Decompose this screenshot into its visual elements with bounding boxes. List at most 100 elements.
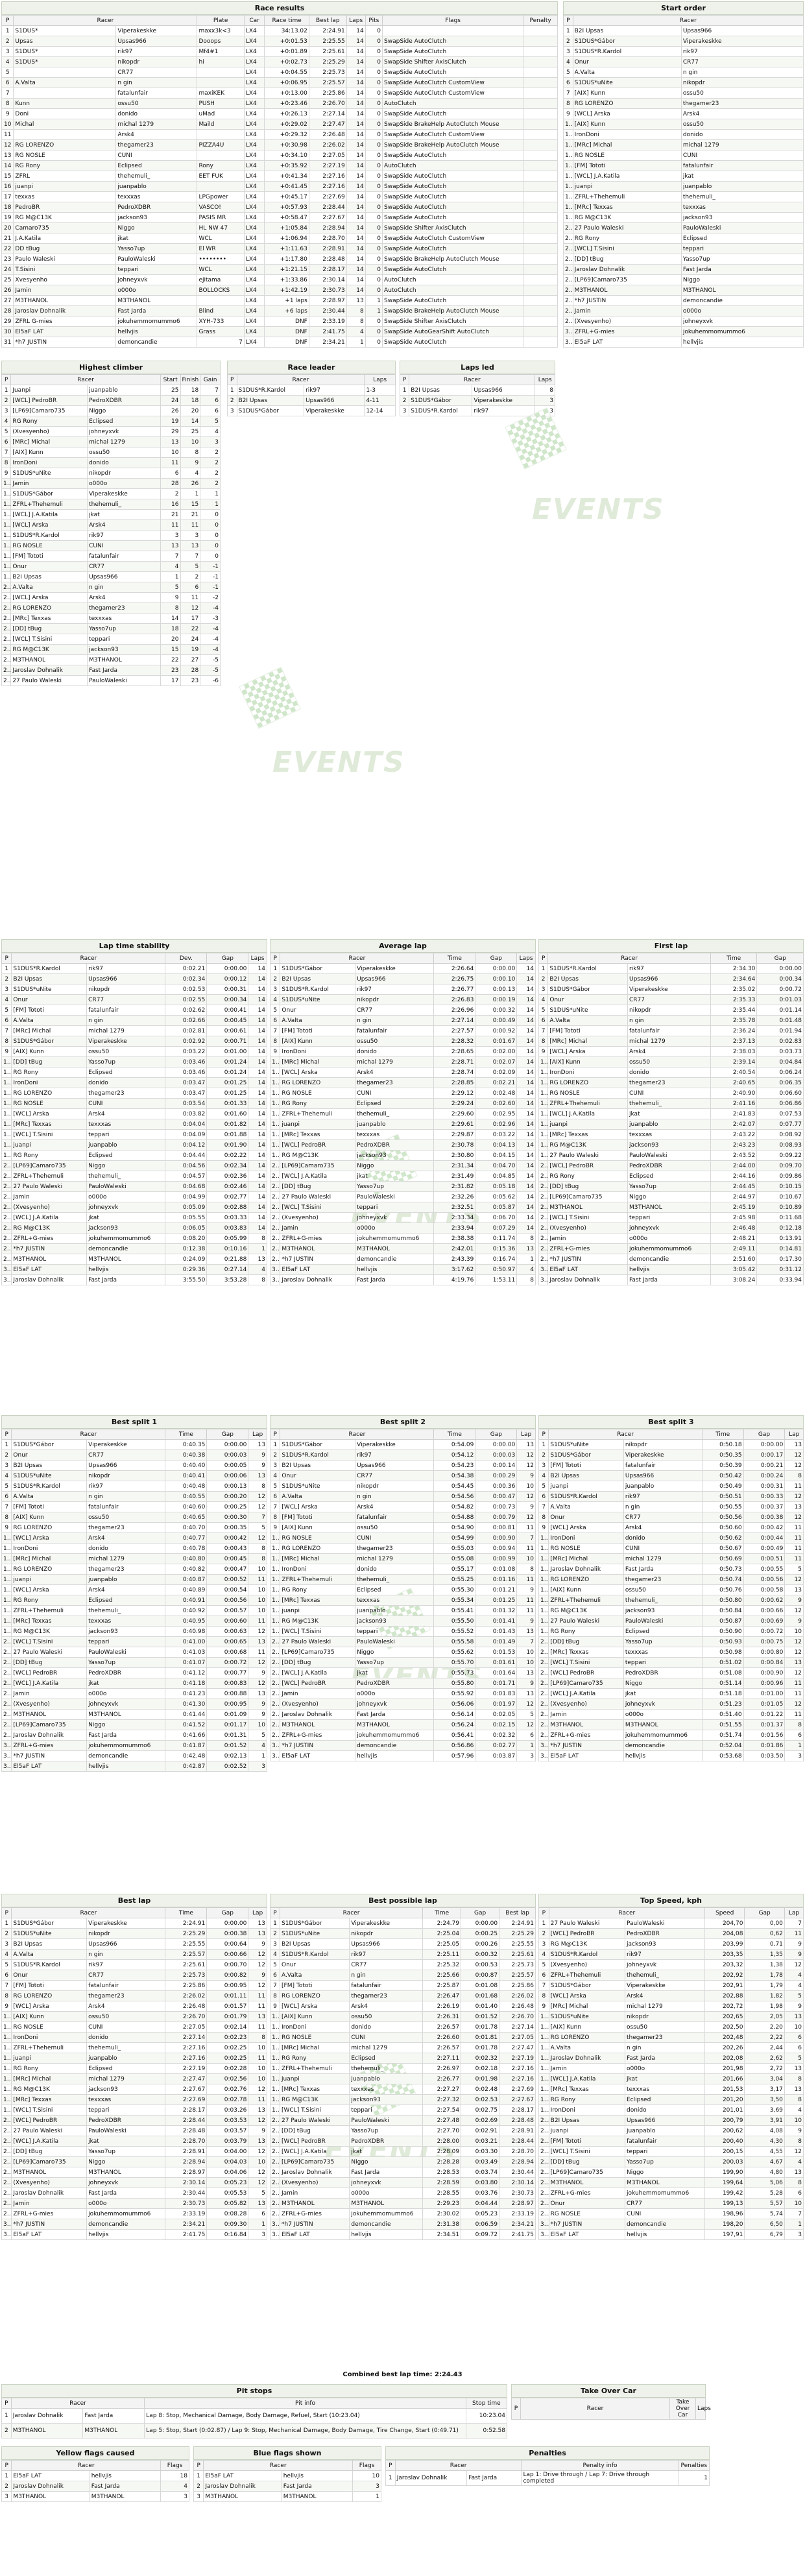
table-cell: [MRc] Texxas <box>572 202 682 213</box>
table-cell: donido <box>86 1077 166 1088</box>
table-cell: 0:42.87 <box>165 1761 208 1772</box>
table-cell: 0:02.48 <box>461 2084 500 2095</box>
table-cell: 0:00.94 <box>475 1543 518 1554</box>
table-cell: A.Valta <box>280 1970 350 1981</box>
position-cell: 9 <box>269 1046 281 1057</box>
table-cell: fatalunfair <box>680 160 804 171</box>
table-cell: 6 <box>200 395 221 406</box>
table-cell: 202,65 <box>704 2011 745 2022</box>
table-cell: 2:29.23 <box>422 2198 462 2209</box>
column-header: P <box>269 1907 281 1918</box>
table-cell: 0:04.13 <box>475 1139 518 1151</box>
table-cell: Viperakeskke <box>472 395 536 406</box>
position-cell: 10 <box>1 478 12 489</box>
table-row: 29 ZFRL+G-mies jokuhemmomummo6 0:51.74 0:01.… <box>538 1730 804 1741</box>
table-cell: 2:25.61 <box>165 1959 208 1970</box>
table-cell: 15 <box>160 644 181 655</box>
table-cell: 10 <box>248 1719 267 1730</box>
column-header: P <box>1 374 12 385</box>
table-cell: IronDoni <box>548 2105 626 2116</box>
table-cell: S1DUS*R.Kardol <box>280 984 356 995</box>
table-row: 4 Onur CR77 0:02.55 0:00.34 14 <box>1 994 267 1005</box>
table-cell: 2:25.57 <box>165 1949 208 1960</box>
table-cell: El5aF LAT <box>548 1750 624 1761</box>
position-cell: 4 <box>269 994 281 1005</box>
header-row: P Racer Time Gap Lap <box>1 1429 267 1440</box>
table-cell: El5aF LAT <box>11 1264 88 1275</box>
table-cell: [FM] Tototi <box>11 1005 88 1016</box>
position-cell: 7 <box>538 1980 549 1991</box>
position-cell: 3 <box>1 984 12 995</box>
position-cell: 13 <box>1 150 14 161</box>
table-cell: 0:50.49 <box>701 1481 744 1492</box>
table-cell: (Xvesyenho) <box>10 426 88 437</box>
table-cell: ossu50 <box>680 88 804 99</box>
header-row: P Racer Start Finish Gain <box>1 374 221 385</box>
table-cell: SwapSide Shifter AxisClutch <box>382 316 524 327</box>
table-cell: 2,44 <box>744 2042 785 2053</box>
position-cell: 3 <box>269 1938 281 1950</box>
position-cell: 7 <box>269 1980 281 1991</box>
race-results-table: P Racer Plate Car Race time Best lap Laps Pits F… <box>1 15 558 348</box>
table-row: 20 [WCL] PedroBR PedroXDBR 2:28.44 0:03.53 12 <box>1 2115 267 2126</box>
table-cell: nikopdr <box>355 1481 435 1492</box>
position-cell: 11 <box>538 1543 549 1554</box>
table-cell: 0:01.57 <box>206 2001 249 2012</box>
table-cell: 0:02.15 <box>475 1719 518 1730</box>
table-row: 11 RG LORENZO thegamer23 0:55.03 0:00.94 11 <box>269 1543 536 1554</box>
table-cell: S1DUS*R.Kardol <box>280 1449 356 1461</box>
column-header: Time <box>710 953 758 964</box>
table-cell: 2:25.73 <box>165 1970 208 1981</box>
table-cell: 2:31.38 <box>422 2219 462 2230</box>
table-cell: 0:00.64 <box>206 1938 249 1950</box>
table-cell: 10 <box>516 1553 536 1564</box>
table-cell: nikopdr <box>623 1439 703 1450</box>
table-cell: Onur <box>11 1970 88 1981</box>
table-cell: 11 <box>784 1543 804 1554</box>
table-cell: 3:08.24 <box>710 1274 758 1285</box>
table-cell: 14 <box>248 1150 267 1161</box>
table-cell: 0:06.60 <box>756 1088 804 1099</box>
table-cell: 2 <box>200 478 221 489</box>
table-cell: LX4 <box>243 98 265 109</box>
column-header: Racer <box>572 15 804 26</box>
position-cell: 28 <box>1 1243 12 1254</box>
section-title: Best lap <box>1 1894 267 1907</box>
table-cell: 0:50.69 <box>701 1553 744 1564</box>
table-cell: ZFRL+G-mies <box>548 2188 626 2199</box>
position-cell: 25 <box>269 2167 281 2178</box>
table-cell: 2:45.98 <box>710 1212 758 1223</box>
position-cell: 4 <box>269 1470 281 1481</box>
table-cell: 8 <box>248 1543 267 1554</box>
position-cell: 17 <box>1 191 14 202</box>
table-cell: 8 <box>535 385 555 396</box>
table-cell: RG M@C13K <box>548 1605 624 1616</box>
table-cell: 0:00.92 <box>475 1025 518 1036</box>
position-cell: 25 <box>1 634 12 645</box>
table-cell: 2:33.34 <box>433 1212 476 1223</box>
table-cell: 2:28.55 <box>422 2188 462 2199</box>
table-cell: 0:00.31 <box>743 1481 786 1492</box>
position-cell: 15 <box>269 1584 281 1595</box>
column-header: P <box>399 374 410 385</box>
position-cell: 24 <box>269 1202 281 1213</box>
position-cell: 28 <box>269 2198 281 2209</box>
table-cell: 13 <box>784 2063 804 2074</box>
table-cell: 14 <box>346 88 366 99</box>
table-cell: Upsas966 <box>472 385 536 396</box>
table-cell: 0:05.55 <box>165 1212 208 1223</box>
table-cell: 2:44.00 <box>710 1160 758 1171</box>
table-cell: 0:51.02 <box>701 1657 744 1668</box>
table-cell: 2:34.51 <box>422 2229 462 2240</box>
table-row: 18 [WCL] PedroBR PedroXDBR 2:30.78 0:04.13 14 <box>269 1139 536 1151</box>
table-cell: [MRc] Michal <box>11 1025 88 1036</box>
table-cell: 200,62 <box>704 2125 745 2136</box>
position-cell: 12 <box>538 1077 549 1088</box>
table-cell: El5aF LAT <box>572 337 682 348</box>
table-cell: 2:27.14 <box>308 108 347 119</box>
table-cell: Arsk4 <box>87 592 161 603</box>
table-row: 19 27 Paulo Waleski PauloWaleski 2:43.52 0:0… <box>538 1150 804 1161</box>
table-cell: Lap 1: Drive through / Lap 7: Drive thro… <box>521 2470 679 2486</box>
section-title: Best split 2 <box>270 1415 536 1429</box>
table-cell: *h7 JUSTIN <box>572 295 682 306</box>
